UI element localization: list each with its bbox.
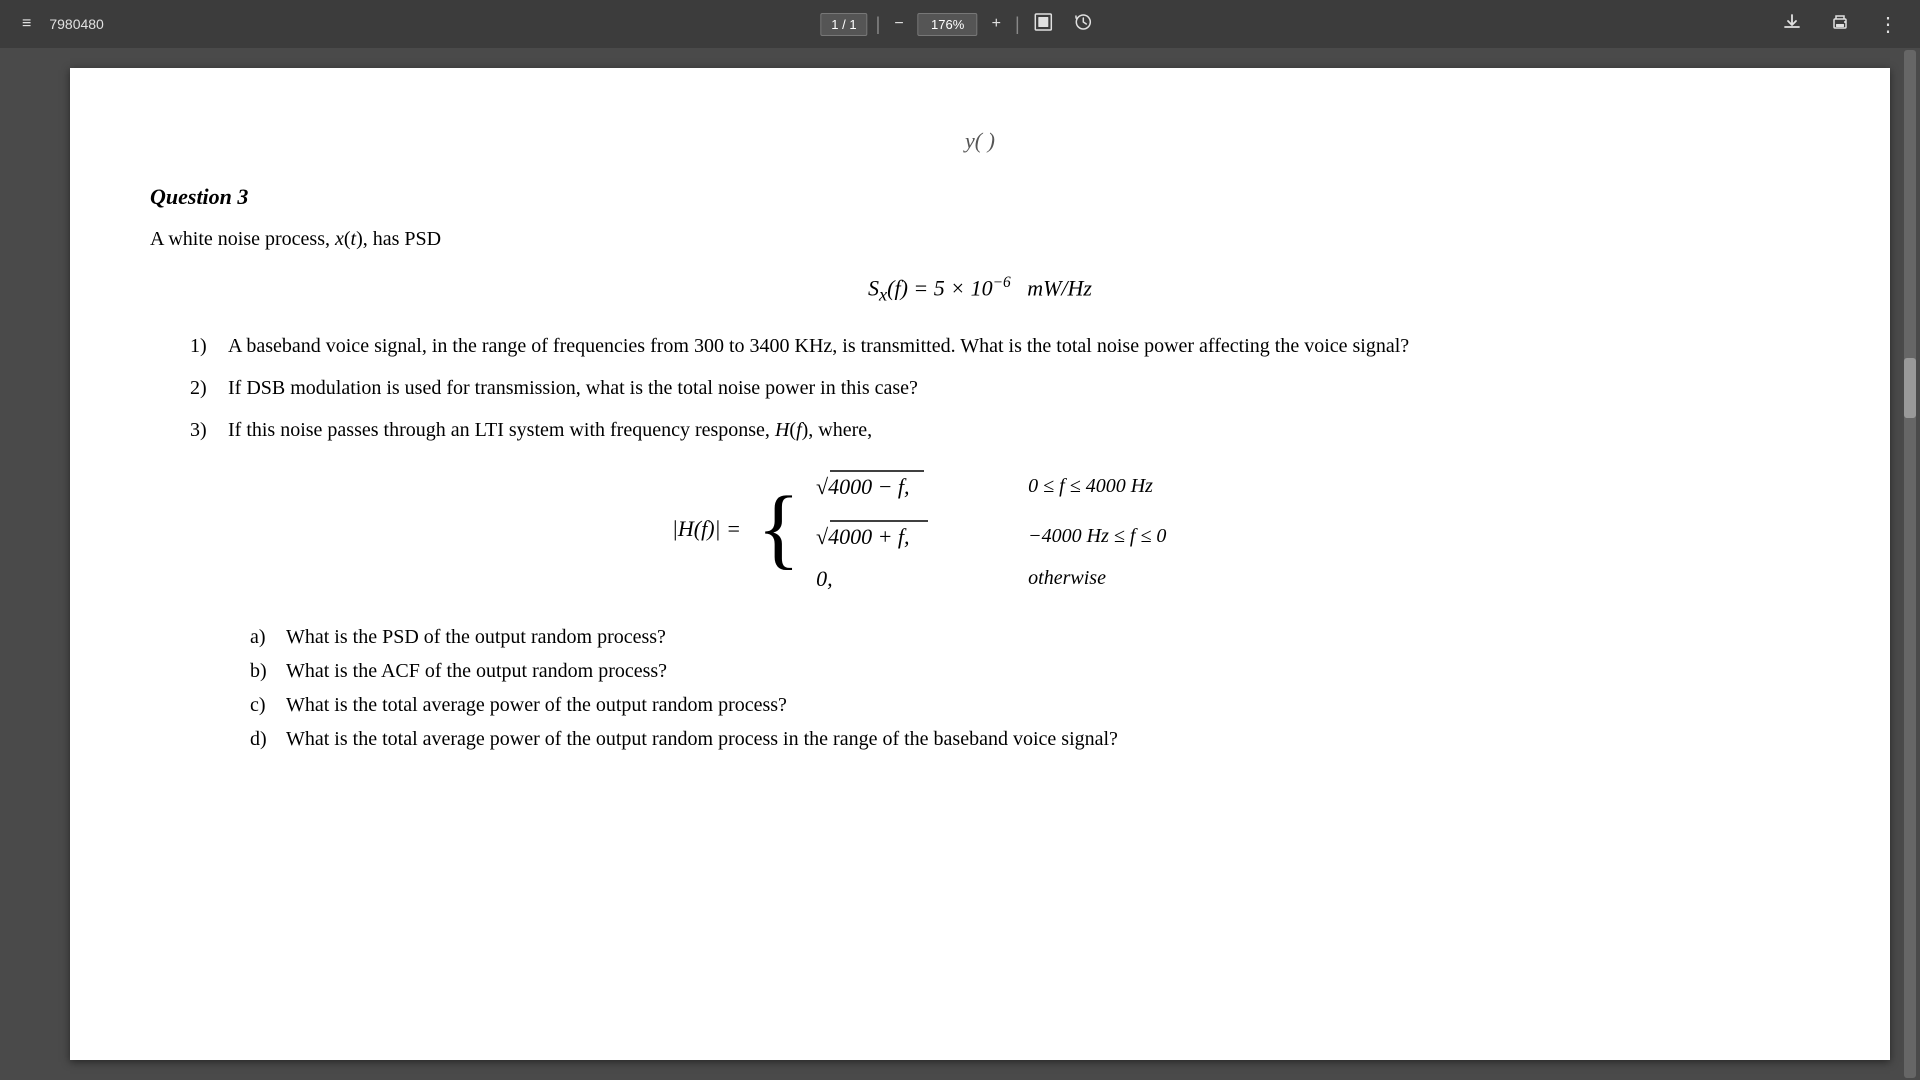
psd-formula: Sx(f) = 5 × 10−6 mW/Hz	[150, 274, 1810, 306]
separator1: |	[876, 14, 881, 35]
case-3-cond: otherwise	[1028, 567, 1288, 590]
piecewise-cases: √4000 − f, 0 ≤ f ≤ 4000 Hz √4000 + f,	[816, 466, 1288, 592]
sub-item-c: c) What is the total average power of th…	[250, 688, 1810, 722]
fit-page-icon	[1034, 12, 1054, 37]
partial-text: y( )	[965, 128, 995, 153]
zoom-level[interactable]: 176%	[918, 13, 978, 36]
page-indicator[interactable]: 1 / 1	[820, 13, 867, 36]
history-button[interactable]	[1068, 8, 1100, 41]
download-icon	[1782, 12, 1802, 37]
zoom-out-button[interactable]: −	[888, 11, 909, 37]
item-3: 3) If this noise passes through an LTI s…	[190, 414, 1810, 446]
pdf-page: y( ) Question 3 A white noise process, x…	[70, 68, 1890, 1060]
case-1-expr: √4000 − f,	[816, 466, 996, 508]
scrollbar-thumb[interactable]	[1904, 358, 1916, 418]
menu-icon: ≡	[22, 15, 31, 33]
more-options-icon: ⋮	[1878, 12, 1898, 37]
page-top-partial: y( )	[150, 128, 1810, 154]
sub-item-a-alpha: a)	[250, 620, 278, 654]
item-3-text: If this noise passes through an LTI syst…	[228, 414, 872, 446]
piecewise-case-3: 0, otherwise	[816, 566, 1288, 592]
piecewise-case-1: √4000 − f, 0 ≤ f ≤ 4000 Hz	[816, 466, 1288, 508]
sub-item-d-alpha: d)	[250, 722, 278, 756]
download-button[interactable]	[1776, 8, 1808, 41]
sub-item-a-text: What is the PSD of the output random pro…	[286, 620, 666, 654]
item-2-text: If DSB modulation is used for transmissi…	[228, 372, 918, 404]
sub-item-c-text: What is the total average power of the o…	[286, 688, 787, 722]
separator2: |	[1015, 14, 1020, 35]
zoom-in-icon: +	[992, 15, 1001, 33]
sub-item-b: b) What is the ACF of the output random …	[250, 654, 1810, 688]
left-gutter	[0, 48, 60, 1080]
toolbar-center: 1 / 1 | − 176% + |	[820, 8, 1099, 41]
toolbar-right: ⋮	[1776, 8, 1904, 41]
case-3-expr: 0,	[816, 566, 996, 592]
item-2: 2) If DSB modulation is used for transmi…	[190, 372, 1810, 404]
item-1: 1) A baseband voice signal, in the range…	[190, 330, 1810, 362]
sub-item-d: d) What is the total average power of th…	[250, 722, 1810, 756]
piecewise-brace: {	[757, 484, 800, 574]
piecewise-block: |H(f)| = { √4000 − f,	[150, 466, 1810, 592]
more-options-button[interactable]: ⋮	[1872, 8, 1904, 41]
numbered-items: 1) A baseband voice signal, in the range…	[190, 330, 1810, 446]
toolbar: ≡ 7980480 1 / 1 | − 176% + |	[0, 0, 1920, 48]
case-1-cond: 0 ≤ f ≤ 4000 Hz	[1028, 475, 1288, 498]
document-title: 7980480	[49, 16, 104, 32]
sub-item-d-text: What is the total average power of the o…	[286, 722, 1118, 756]
question-intro: A white noise process, x(t), has PSD	[150, 224, 1810, 254]
piecewise-lhs: |H(f)| =	[672, 516, 741, 542]
menu-button[interactable]: ≡	[16, 11, 37, 37]
sub-item-b-alpha: b)	[250, 654, 278, 688]
history-icon	[1074, 12, 1094, 37]
case-2-expr: √4000 + f,	[816, 516, 996, 558]
case-2-cond: −4000 Hz ≤ f ≤ 0	[1028, 525, 1288, 548]
print-icon	[1830, 12, 1850, 37]
item-1-num: 1)	[190, 330, 220, 362]
intro-text: A white noise process, x(t), has PSD	[150, 228, 441, 250]
content-area: y( ) Question 3 A white noise process, x…	[0, 48, 1920, 1080]
item-3-num: 3)	[190, 414, 220, 446]
sub-items: a) What is the PSD of the output random …	[250, 620, 1810, 756]
scrollbar-track[interactable]	[1904, 50, 1916, 1078]
zoom-out-icon: −	[894, 15, 903, 33]
sub-item-c-alpha: c)	[250, 688, 278, 722]
print-button[interactable]	[1824, 8, 1856, 41]
fit-page-button[interactable]	[1028, 8, 1060, 41]
svg-text:√4000 − f,: √4000 − f,	[816, 474, 910, 499]
page-total: 1	[849, 17, 856, 32]
question-title: Question 3	[150, 184, 1810, 210]
item-1-text: A baseband voice signal, in the range of…	[228, 330, 1409, 362]
piecewise-case-2: √4000 + f, −4000 Hz ≤ f ≤ 0	[816, 516, 1288, 558]
item-2-num: 2)	[190, 372, 220, 404]
sub-item-b-text: What is the ACF of the output random pro…	[286, 654, 667, 688]
zoom-in-button[interactable]: +	[986, 11, 1007, 37]
page-current: 1	[831, 17, 838, 32]
sub-item-a: a) What is the PSD of the output random …	[250, 620, 1810, 654]
right-sidebar	[1900, 48, 1920, 1080]
svg-text:√4000 + f,: √4000 + f,	[816, 524, 910, 549]
